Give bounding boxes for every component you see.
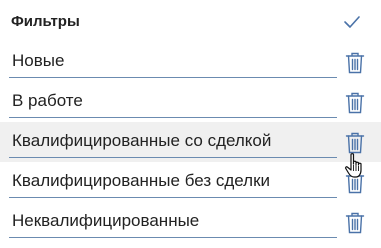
filter-item-underline (9, 197, 337, 198)
trash-icon[interactable] (345, 172, 365, 194)
filter-item-unqualified[interactable]: Неквалифицированные (0, 202, 381, 242)
filter-item-underline (9, 157, 337, 158)
filters-panel: Фильтры Новые В работе Квалифицированные… (0, 0, 381, 248)
trash-icon[interactable] (345, 52, 365, 74)
trash-icon[interactable] (345, 92, 365, 114)
filter-item-label: В работе (12, 91, 83, 110)
filter-item-underline (9, 237, 337, 238)
trash-icon[interactable] (345, 212, 365, 234)
filter-item-underline (9, 117, 337, 118)
trash-icon[interactable] (345, 132, 365, 154)
filter-item-label: Неквалифицированные (12, 211, 200, 230)
filters-title: Фильтры (11, 13, 80, 30)
filter-item-underline (9, 77, 337, 78)
filter-item-label: Квалифицированные со сделкой (12, 131, 272, 150)
filter-item-new[interactable]: Новые (0, 42, 381, 82)
check-icon[interactable] (343, 14, 361, 30)
filter-item-qualified-without-deal[interactable]: Квалифицированные без сделки (0, 162, 381, 202)
filters-header: Фильтры (0, 0, 381, 42)
filter-item-label: Новые (12, 51, 65, 70)
filter-item-qualified-with-deal[interactable]: Квалифицированные со сделкой (0, 122, 381, 162)
filter-item-label: Квалифицированные без сделки (12, 171, 271, 190)
filter-item-in-progress[interactable]: В работе (0, 82, 381, 122)
